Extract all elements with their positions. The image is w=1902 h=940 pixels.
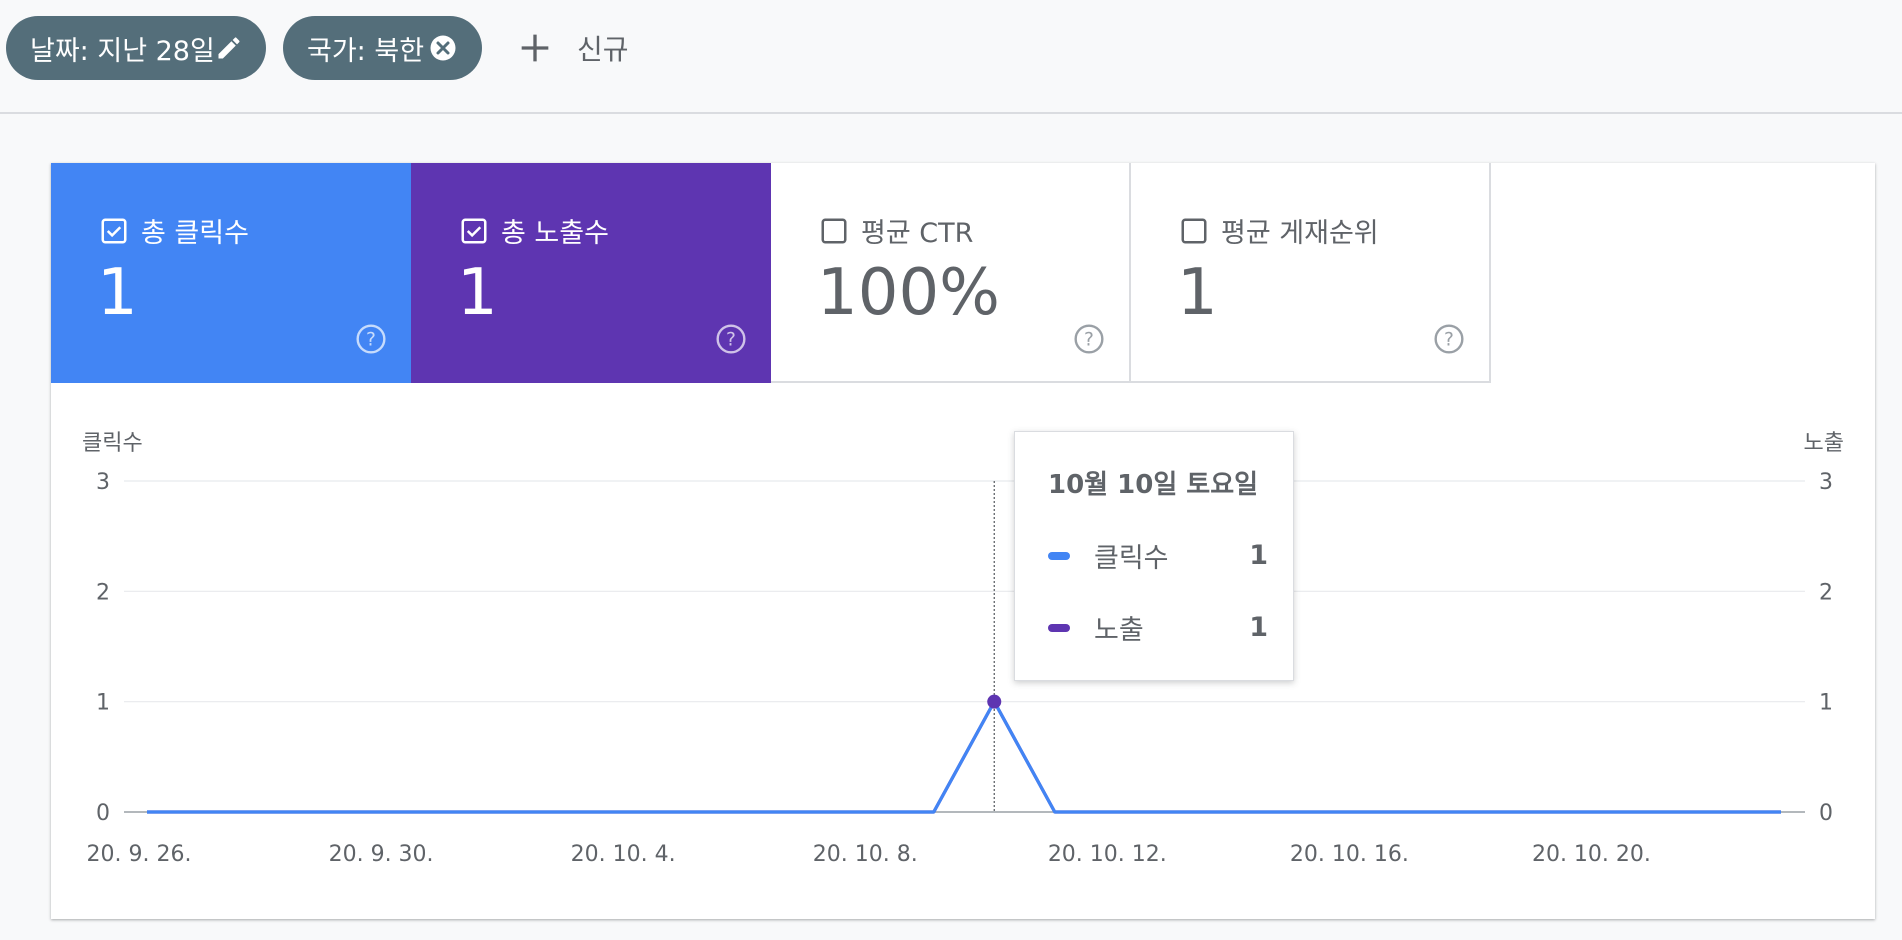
tooltip-row-clicks: 클릭수 1 [1048,536,1268,575]
y-tick-label: 3 [96,470,110,495]
y-tick-label: 2 [96,580,110,605]
y2-tick-label: 1 [1819,691,1833,716]
close-circle-icon[interactable] [428,33,458,63]
plus-icon [515,28,555,68]
x-tick-label: 20. 10. 16. [1290,842,1409,867]
y2-tick-label: 3 [1819,470,1833,495]
filter-bar: 날짜: 지난 28일 국가: 북한 신규 [0,0,1902,114]
new-filter-button[interactable]: 신규 [515,20,629,76]
series-line-clicks [147,700,1781,814]
pencil-icon[interactable] [215,34,243,62]
date-filter-label: 날짜: 지난 28일 [30,35,215,67]
x-tick-label: 20. 10. 20. [1532,842,1651,867]
tooltip-date: 10월 10일 토요일 [1048,470,1259,500]
x-tick-label: 20. 10. 4. [571,842,676,867]
y2-tick-label: 2 [1819,580,1833,605]
tooltip-row-impressions: 노출 1 [1048,608,1268,647]
hover-point [987,694,1002,709]
y-tick-label: 1 [96,691,110,716]
chart-tooltip: 10월 10일 토요일 클릭수 1 노출 1 [1014,431,1294,681]
x-tick-label: 20. 10. 12. [1048,842,1167,867]
performance-chart[interactable]: 클릭수 노출 0 0 1 1 2 2 3 3 20. 9. 26. 20. 9. 30. 20. … [51,163,1875,919]
date-filter-chip[interactable]: 날짜: 지난 28일 [6,16,266,80]
y-tick-label: 0 [96,801,110,826]
x-tick-label: 20. 10. 8. [813,842,918,867]
tooltip-impressions-value: 1 [1249,612,1268,643]
tooltip-impressions-name: 노출 [1094,615,1144,646]
new-filter-label: 신규 [577,33,629,66]
tooltip-clicks-name: 클릭수 [1094,543,1169,574]
performance-card: 총 클릭수 1 ? 총 노출수 1 ? 평균 CTR 100% ? 평균 게재순… [51,163,1875,919]
tooltip-clicks-value: 1 [1249,540,1268,571]
x-tick-label: 20. 9. 30. [329,842,434,867]
x-tick-label: 20. 9. 26. [87,842,192,867]
left-axis-title: 클릭수 [82,431,143,456]
right-axis-title: 노출 [1804,431,1844,456]
y2-tick-label: 0 [1819,801,1833,826]
country-filter-chip[interactable]: 국가: 북한 [283,16,482,80]
clicks-legend-swatch [1048,551,1070,560]
country-filter-label: 국가: 북한 [307,35,425,67]
impressions-legend-swatch [1048,623,1070,632]
